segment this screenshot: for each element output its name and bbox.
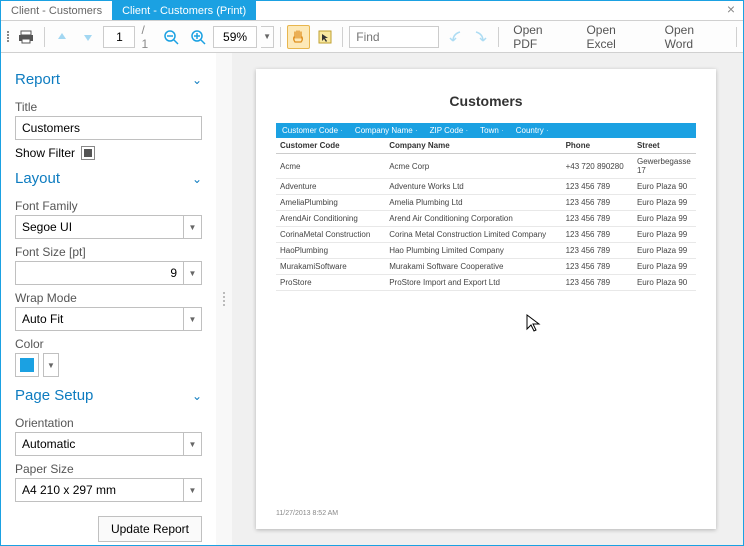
open-word-button[interactable]: Open Word bbox=[657, 25, 730, 49]
color-swatch[interactable] bbox=[15, 353, 39, 377]
section-page-setup[interactable]: Page Setup ⌄ bbox=[15, 377, 202, 410]
font-size-input[interactable] bbox=[15, 261, 184, 285]
report-table: Customer CodeCompany NamePhoneStreet Acm… bbox=[276, 138, 696, 291]
print-button[interactable] bbox=[15, 25, 38, 49]
table-row: AdventureAdventure Works Ltd123 456 789E… bbox=[276, 179, 696, 195]
table-row: ArendAir ConditioningArend Air Condition… bbox=[276, 211, 696, 227]
color-dropdown[interactable]: ▼ bbox=[43, 353, 59, 377]
title-input[interactable] bbox=[15, 116, 202, 140]
dropdown-icon[interactable]: ▼ bbox=[184, 261, 202, 285]
pan-tool-button[interactable] bbox=[287, 25, 310, 49]
table-row: HaoPlumbingHao Plumbing Limited Company1… bbox=[276, 243, 696, 259]
wrap-mode-combo[interactable]: ▼ bbox=[15, 307, 202, 331]
zoom-in-button[interactable] bbox=[187, 25, 210, 49]
zoom-input[interactable] bbox=[213, 26, 257, 48]
open-excel-button[interactable]: Open Excel bbox=[578, 25, 652, 49]
select-tool-button[interactable] bbox=[314, 25, 337, 49]
show-filter-label: Show Filter bbox=[15, 146, 75, 160]
chevron-down-icon: ⌄ bbox=[192, 172, 202, 186]
grip-handle[interactable] bbox=[5, 31, 11, 42]
filter-band: Customer CodeCompany NameZIP CodeTownCou… bbox=[276, 123, 696, 138]
table-row: ProStoreProStore Import and Export Ltd12… bbox=[276, 275, 696, 291]
color-label: Color bbox=[15, 337, 202, 351]
paper-size-label: Paper Size bbox=[15, 462, 202, 476]
font-size-combo[interactable]: ▼ bbox=[15, 261, 202, 285]
tab-client-customers[interactable]: Client - Customers bbox=[1, 1, 112, 20]
paper-size-input[interactable] bbox=[15, 478, 184, 502]
section-report-label: Report bbox=[15, 71, 60, 88]
table-row: MurakamiSoftwareMurakami Software Cooper… bbox=[276, 259, 696, 275]
sidebar: Report ⌄ Title Show Filter Layout ⌄ Font… bbox=[1, 53, 216, 545]
toolbar: / 1 ▼ Open PDF Open Excel Open Word bbox=[1, 21, 743, 53]
font-size-label: Font Size [pt] bbox=[15, 245, 202, 259]
find-next-button[interactable] bbox=[470, 25, 493, 49]
table-row: CorinaMetal ConstructionCorina Metal Con… bbox=[276, 227, 696, 243]
section-page-setup-label: Page Setup bbox=[15, 387, 93, 404]
title-label: Title bbox=[15, 100, 202, 114]
update-report-button[interactable]: Update Report bbox=[98, 516, 202, 542]
find-prev-button[interactable] bbox=[443, 25, 466, 49]
orientation-label: Orientation bbox=[15, 416, 202, 430]
section-report[interactable]: Report ⌄ bbox=[15, 61, 202, 94]
table-row: AmeliaPlumbingAmelia Plumbing Ltd123 456… bbox=[276, 195, 696, 211]
open-pdf-button[interactable]: Open PDF bbox=[505, 25, 574, 49]
dropdown-icon[interactable]: ▼ bbox=[184, 432, 202, 456]
section-layout[interactable]: Layout ⌄ bbox=[15, 160, 202, 193]
find-input[interactable] bbox=[349, 26, 439, 48]
page-up-button[interactable] bbox=[50, 25, 73, 49]
dropdown-icon[interactable]: ▼ bbox=[184, 307, 202, 331]
cursor-icon bbox=[526, 314, 542, 334]
chevron-down-icon: ⌄ bbox=[192, 389, 202, 403]
wrap-mode-input[interactable] bbox=[15, 307, 184, 331]
table-row: AcmeAcme Corp+43 720 890280Gewerbegasse … bbox=[276, 154, 696, 179]
font-family-input[interactable] bbox=[15, 215, 184, 239]
zoom-dropdown[interactable]: ▼ bbox=[261, 26, 274, 48]
orientation-input[interactable] bbox=[15, 432, 184, 456]
page-total-label: / 1 bbox=[139, 23, 156, 51]
font-family-combo[interactable]: ▼ bbox=[15, 215, 202, 239]
zoom-out-button[interactable] bbox=[160, 25, 183, 49]
report-page: Customers Customer CodeCompany NameZIP C… bbox=[256, 69, 716, 529]
close-icon[interactable]: × bbox=[719, 1, 743, 20]
paper-size-combo[interactable]: ▼ bbox=[15, 478, 202, 502]
content-area: Report ⌄ Title Show Filter Layout ⌄ Font… bbox=[1, 53, 743, 545]
chevron-down-icon: ⌄ bbox=[192, 73, 202, 87]
titlebar: Client - Customers Client - Customers (P… bbox=[1, 1, 743, 21]
footer-timestamp: 11/27/2013 8:52 AM bbox=[276, 510, 338, 517]
wrap-mode-label: Wrap Mode bbox=[15, 291, 202, 305]
section-layout-label: Layout bbox=[15, 170, 60, 187]
splitter[interactable] bbox=[216, 53, 232, 545]
orientation-combo[interactable]: ▼ bbox=[15, 432, 202, 456]
preview-pane[interactable]: Customers Customer CodeCompany NameZIP C… bbox=[232, 53, 743, 545]
document-title: Customers bbox=[276, 93, 696, 109]
page-number-input[interactable] bbox=[103, 26, 135, 48]
show-filter-checkbox[interactable] bbox=[81, 146, 95, 160]
font-family-label: Font Family bbox=[15, 199, 202, 213]
dropdown-icon[interactable]: ▼ bbox=[184, 478, 202, 502]
tab-client-customers-print[interactable]: Client - Customers (Print) bbox=[112, 1, 256, 20]
dropdown-icon[interactable]: ▼ bbox=[184, 215, 202, 239]
page-down-button[interactable] bbox=[77, 25, 100, 49]
